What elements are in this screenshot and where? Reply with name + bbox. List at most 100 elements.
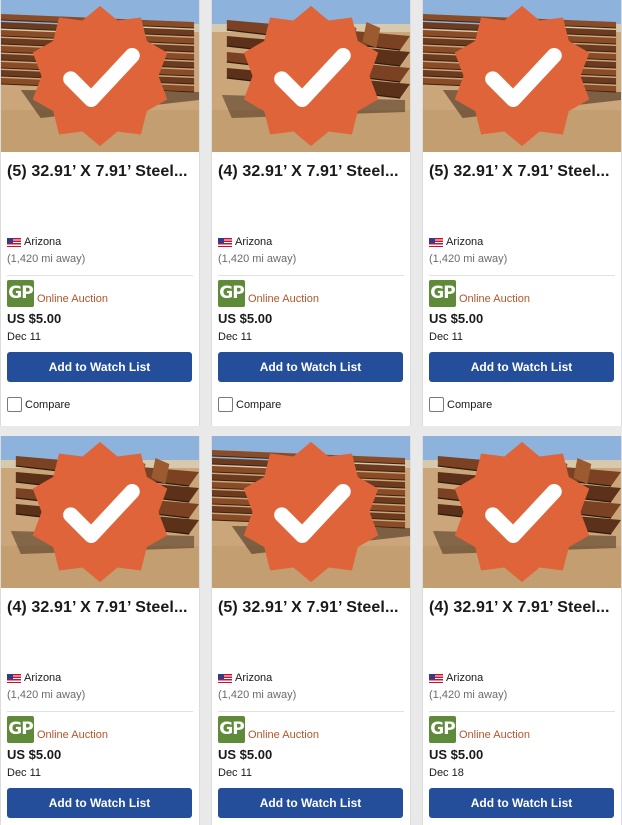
compare-label: Compare [447,398,493,411]
gp-logo-icon: GP [7,716,34,743]
listing-title[interactable]: (5) 32.91’ X 7.91’ Steel... [212,588,410,617]
location: Arizona [429,672,483,684]
gp-logo-icon: GP [429,280,456,307]
location: Arizona [218,236,272,248]
compare-checkbox[interactable] [218,397,233,412]
us-flag-icon [429,673,443,683]
location-label: Arizona [24,672,62,684]
listing-title[interactable]: (4) 32.91’ X 7.91’ Steel... [212,152,410,181]
us-flag-icon [7,673,21,683]
auction-type: Online Auction [248,293,319,305]
location-label: Arizona [235,672,273,684]
auction-info: GP Online Auction [429,280,530,307]
auction-type: Online Auction [37,293,108,305]
divider [429,711,615,712]
auction-date: Dec 11 [429,331,464,343]
listing-title[interactable]: (4) 32.91’ X 7.91’ Steel... [423,588,621,617]
auction-date: Dec 11 [218,767,253,779]
price: US $5.00 [429,747,484,762]
gp-logo-icon: GP [218,716,245,743]
location: Arizona [7,236,61,248]
listing-photo[interactable] [212,0,410,152]
auction-date: Dec 11 [7,331,42,343]
us-flag-icon [218,673,232,683]
divider [7,711,193,712]
listing-card-1[interactable]: (5) 32.91’ X 7.91’ Steel... Arizona (1,4… [0,0,200,426]
verified-check-badge-icon [32,441,168,583]
listing-photo[interactable] [212,436,410,588]
us-flag-icon [7,237,21,247]
location-label: Arizona [24,236,62,248]
auction-type: Online Auction [459,293,530,305]
distance: (1,420 mi away) [7,253,86,265]
distance: (1,420 mi away) [429,689,508,701]
distance: (1,420 mi away) [218,689,297,701]
location-label: Arizona [235,236,273,248]
price: US $5.00 [7,747,62,762]
distance: (1,420 mi away) [429,253,508,265]
compare-toggle[interactable]: Compare [7,397,70,412]
add-to-watch-list-button[interactable]: Add to Watch List [218,352,403,382]
divider [218,711,404,712]
distance: (1,420 mi away) [7,689,86,701]
gp-logo-icon: GP [218,280,245,307]
compare-label: Compare [25,398,71,411]
verified-check-badge-icon [32,5,168,147]
listing-photo[interactable] [423,0,621,152]
listing-card-3[interactable]: (5) 32.91’ X 7.91’ Steel... Arizona (1,4… [422,0,622,426]
compare-toggle[interactable]: Compare [429,397,492,412]
compare-checkbox[interactable] [429,397,444,412]
location: Arizona [7,672,61,684]
auction-type: Online Auction [248,729,319,741]
price: US $5.00 [429,311,484,326]
location: Arizona [429,236,483,248]
auction-info: GP Online Auction [218,280,319,307]
location: Arizona [218,672,272,684]
compare-toggle[interactable]: Compare [218,397,281,412]
auction-info: GP Online Auction [7,280,108,307]
location-label: Arizona [446,236,484,248]
listing-card-5[interactable]: (5) 32.91’ X 7.91’ Steel... Arizona (1,4… [211,436,411,825]
listing-photo[interactable] [423,436,621,588]
listing-card-2[interactable]: (4) 32.91’ X 7.91’ Steel... Arizona (1,4… [211,0,411,426]
listing-card-6[interactable]: (4) 32.91’ X 7.91’ Steel... Arizona (1,4… [422,436,622,825]
gp-logo-icon: GP [7,280,34,307]
add-to-watch-list-button[interactable]: Add to Watch List [7,788,192,818]
divider [429,275,615,276]
compare-label: Compare [236,398,282,411]
auction-info: GP Online Auction [429,716,530,743]
us-flag-icon [429,237,443,247]
compare-checkbox[interactable] [7,397,22,412]
auction-type: Online Auction [37,729,108,741]
gp-logo-icon: GP [429,716,456,743]
verified-check-badge-icon [454,5,590,147]
listing-grid: (5) 32.91’ X 7.91’ Steel... Arizona (1,4… [0,0,622,825]
auction-date: Dec 11 [7,767,42,779]
divider [7,275,193,276]
auction-date: Dec 18 [429,767,464,779]
auction-info: GP Online Auction [7,716,108,743]
listing-photo[interactable] [1,0,199,152]
location-label: Arizona [446,672,484,684]
listing-title[interactable]: (5) 32.91’ X 7.91’ Steel... [423,152,621,181]
auction-type: Online Auction [459,729,530,741]
price: US $5.00 [218,747,273,762]
distance: (1,420 mi away) [218,253,297,265]
add-to-watch-list-button[interactable]: Add to Watch List [429,788,614,818]
listing-title[interactable]: (5) 32.91’ X 7.91’ Steel... [1,152,199,181]
price: US $5.00 [218,311,273,326]
verified-check-badge-icon [454,441,590,583]
listing-title[interactable]: (4) 32.91’ X 7.91’ Steel... [1,588,199,617]
listing-photo[interactable] [1,436,199,588]
add-to-watch-list-button[interactable]: Add to Watch List [429,352,614,382]
listing-card-4[interactable]: (4) 32.91’ X 7.91’ Steel... Arizona (1,4… [0,436,200,825]
auction-date: Dec 11 [218,331,253,343]
divider [218,275,404,276]
auction-info: GP Online Auction [218,716,319,743]
verified-check-badge-icon [243,5,379,147]
verified-check-badge-icon [243,441,379,583]
us-flag-icon [218,237,232,247]
add-to-watch-list-button[interactable]: Add to Watch List [7,352,192,382]
price: US $5.00 [7,311,62,326]
add-to-watch-list-button[interactable]: Add to Watch List [218,788,403,818]
